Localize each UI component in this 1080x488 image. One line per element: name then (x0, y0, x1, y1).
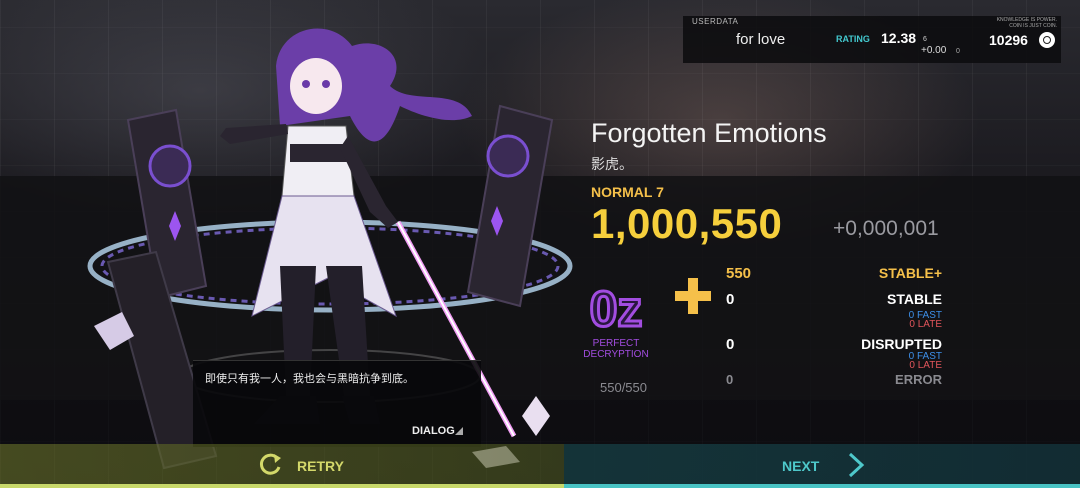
plus-icon (675, 278, 711, 314)
stable-count: 0 (726, 291, 735, 308)
dialog-text: 即使只有我一人，我也会与黑暗抗争到底。 (205, 373, 414, 385)
grade-text: 0z (590, 282, 643, 334)
next-button[interactable] (564, 444, 1080, 488)
error-label: ERROR (895, 372, 942, 387)
grade-caption-line-2: DECRYPTION (583, 349, 649, 360)
dialog-box: 即使只有我一人，我也会与黑暗抗争到底。 DIALOG (193, 360, 481, 447)
disrupted-label: DISRUPTED (861, 336, 942, 352)
song-title: Forgotten Emotions (591, 118, 827, 148)
rating-label: RATING (836, 34, 870, 44)
dialog-corner-icon (455, 427, 463, 435)
rating-delta-small: 0 (956, 48, 960, 55)
retry-label[interactable]: RETRY (297, 458, 344, 474)
stable-label: STABLE (887, 291, 942, 307)
chevron-right-icon (848, 452, 865, 478)
next-label[interactable]: NEXT (782, 458, 819, 474)
coin-count: 10296 (989, 32, 1028, 48)
retry-accent-line (0, 484, 564, 488)
userdata-label: USERDATA (692, 17, 739, 26)
grade-caption-line-1: PERFECT (592, 338, 640, 349)
coin-icon (1039, 32, 1055, 48)
disrupted-late: 0 LATE (909, 360, 942, 371)
rating-value-small: 6 (923, 36, 927, 43)
grade-caption: PERFECT DECRYPTION (570, 338, 662, 360)
motto: KNOWLEDGE IS POWER. COIN IS JUST COIN. (982, 17, 1057, 29)
stable-plus-label: STABLE+ (878, 265, 942, 281)
difficulty-label: NORMAL 7 (591, 184, 664, 200)
userdata-panel: USERDATA for love RATING 12.38 6 +0.00 0… (683, 16, 1061, 63)
motto-line-2: COIN IS JUST COIN. (1009, 23, 1057, 29)
retry-icon (259, 453, 281, 475)
error-count: 0 (726, 372, 734, 387)
rating-delta: +0.00 (921, 45, 947, 56)
player-name: for love (736, 31, 786, 48)
score: 1,000,550 (591, 200, 783, 247)
score-delta: +0,000,001 (833, 217, 939, 240)
dialog-button[interactable]: DIALOG (412, 425, 455, 437)
combo-count: 550/550 (600, 380, 647, 395)
next-accent-line (564, 484, 1080, 488)
disrupted-count: 0 (726, 336, 735, 353)
stable-plus-count: 550 (726, 265, 752, 282)
rating-value: 12.38 (881, 30, 917, 46)
song-artist: 影虎。 (591, 156, 633, 172)
grade-badge: 0z (588, 282, 644, 334)
stable-late: 0 LATE (909, 319, 942, 330)
